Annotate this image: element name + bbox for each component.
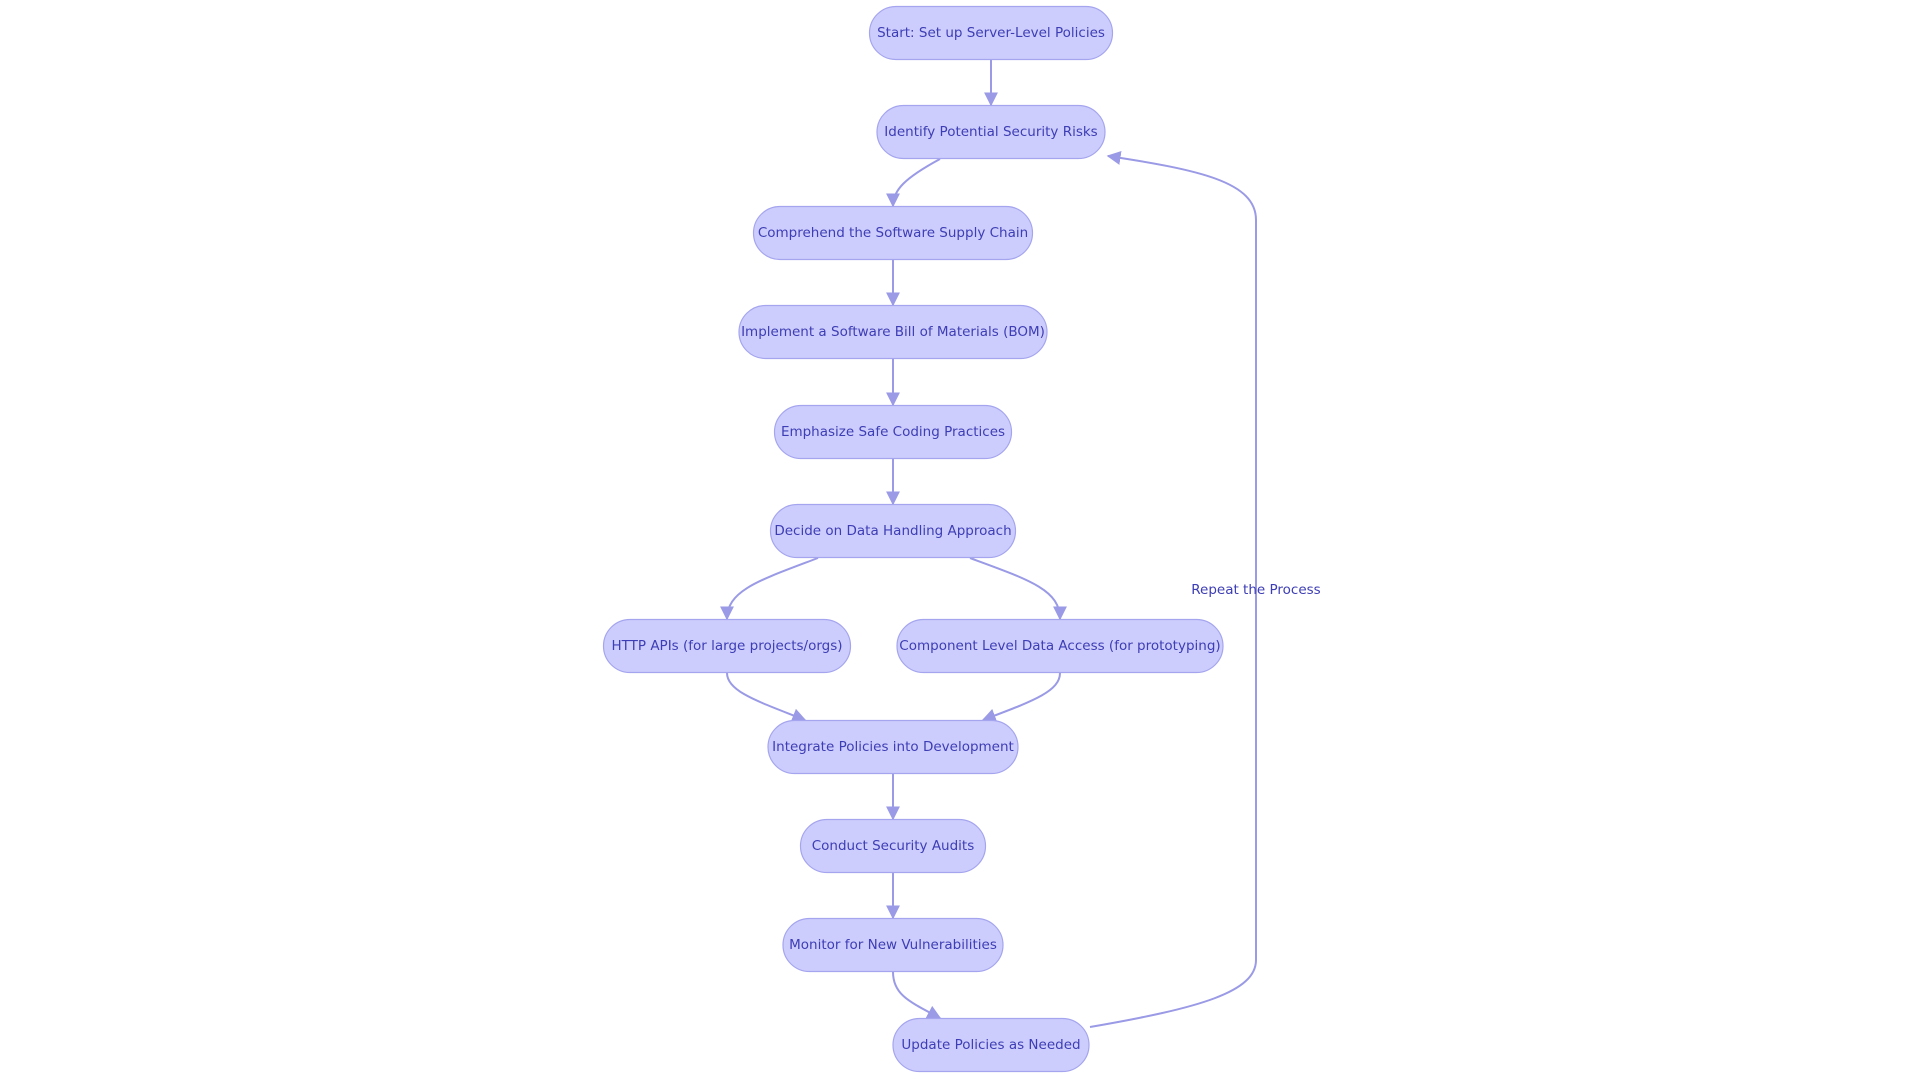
edge-http-to-integrate <box>726 672 807 722</box>
node-start: Start: Set up Server-Level Policies <box>868 5 1114 61</box>
node-label: Conduct Security Audits <box>812 838 975 854</box>
edge-identify-to-comprehend <box>886 158 941 208</box>
node-label: Identify Potential Security Risks <box>884 124 1097 140</box>
node-label: Integrate Policies into Development <box>772 739 1014 755</box>
node-http: HTTP APIs (for large projects/orgs) <box>602 618 852 674</box>
node-component: Component Level Data Access (for prototy… <box>896 618 1224 674</box>
nodes-layer: Start: Set up Server-Level Policies Ident… <box>602 5 1224 1073</box>
node-identify: Identify Potential Security Risks <box>876 104 1106 160</box>
flowchart-canvas: Start: Set up Server-Level Policies Ident… <box>602 5 1321 1073</box>
node-safe: Emphasize Safe Coding Practices <box>773 404 1013 460</box>
node-label: Decide on Data Handling Approach <box>774 523 1011 539</box>
edge-decide-to-http <box>720 557 819 621</box>
node-label: Component Level Data Access (for prototy… <box>899 638 1220 654</box>
node-audits: Conduct Security Audits <box>799 818 987 874</box>
node-update: Update Policies as Needed <box>892 1017 1090 1073</box>
node-bom: Implement a Software Bill of Materials (… <box>738 304 1048 360</box>
node-label: Implement a Software Bill of Materials (… <box>741 324 1045 340</box>
node-label: Monitor for New Vulnerabilities <box>789 937 997 953</box>
node-integrate: Integrate Policies into Development <box>767 719 1019 775</box>
node-decide: Decide on Data Handling Approach <box>769 503 1017 559</box>
edge-decide-to-component <box>969 557 1067 621</box>
edge-component-to-integrate <box>981 672 1061 723</box>
node-label: HTTP APIs (for large projects/orgs) <box>611 638 842 654</box>
node-comprehend: Comprehend the Software Supply Chain <box>752 205 1034 261</box>
node-label: Emphasize Safe Coding Practices <box>781 424 1005 440</box>
node-label: Comprehend the Software Supply Chain <box>758 225 1028 241</box>
node-label: Start: Set up Server-Level Policies <box>877 25 1105 41</box>
edge-label-repeat-the-process: Repeat the Process <box>1191 582 1320 598</box>
node-label: Update Policies as Needed <box>901 1037 1080 1053</box>
edge-monitor-to-update <box>892 971 942 1019</box>
node-monitor: Monitor for New Vulnerabilities <box>782 917 1004 973</box>
